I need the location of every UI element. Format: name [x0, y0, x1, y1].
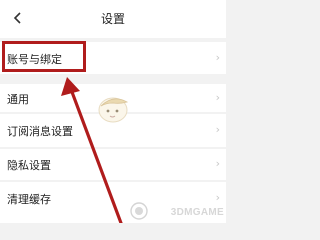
- settings-item-label: 隐私设置: [7, 159, 51, 172]
- watermark-text: 3DMGAME: [170, 207, 224, 218]
- chevron-right-icon: ›: [215, 157, 220, 170]
- settings-item-label: 订阅消息设置: [7, 125, 73, 138]
- settings-item-privacy[interactable]: 隐私设置 ›: [0, 149, 226, 180]
- settings-item-account-binding[interactable]: 账号与绑定 ›: [0, 42, 226, 74]
- chevron-right-icon: ›: [215, 123, 220, 136]
- settings-item-label: 通用: [7, 93, 29, 106]
- 3dm-logo-icon: [130, 202, 148, 220]
- settings-item-label: 账号与绑定: [7, 53, 62, 66]
- settings-item-label: 清理缓存: [7, 193, 51, 206]
- chevron-right-icon: ›: [215, 91, 220, 104]
- top-bar: 设置: [0, 0, 226, 38]
- watermark: 3DMGAME: [124, 202, 224, 220]
- mascot-icon: [98, 97, 129, 123]
- chevron-right-icon: ›: [215, 51, 220, 64]
- page-title: 设置: [100, 12, 125, 26]
